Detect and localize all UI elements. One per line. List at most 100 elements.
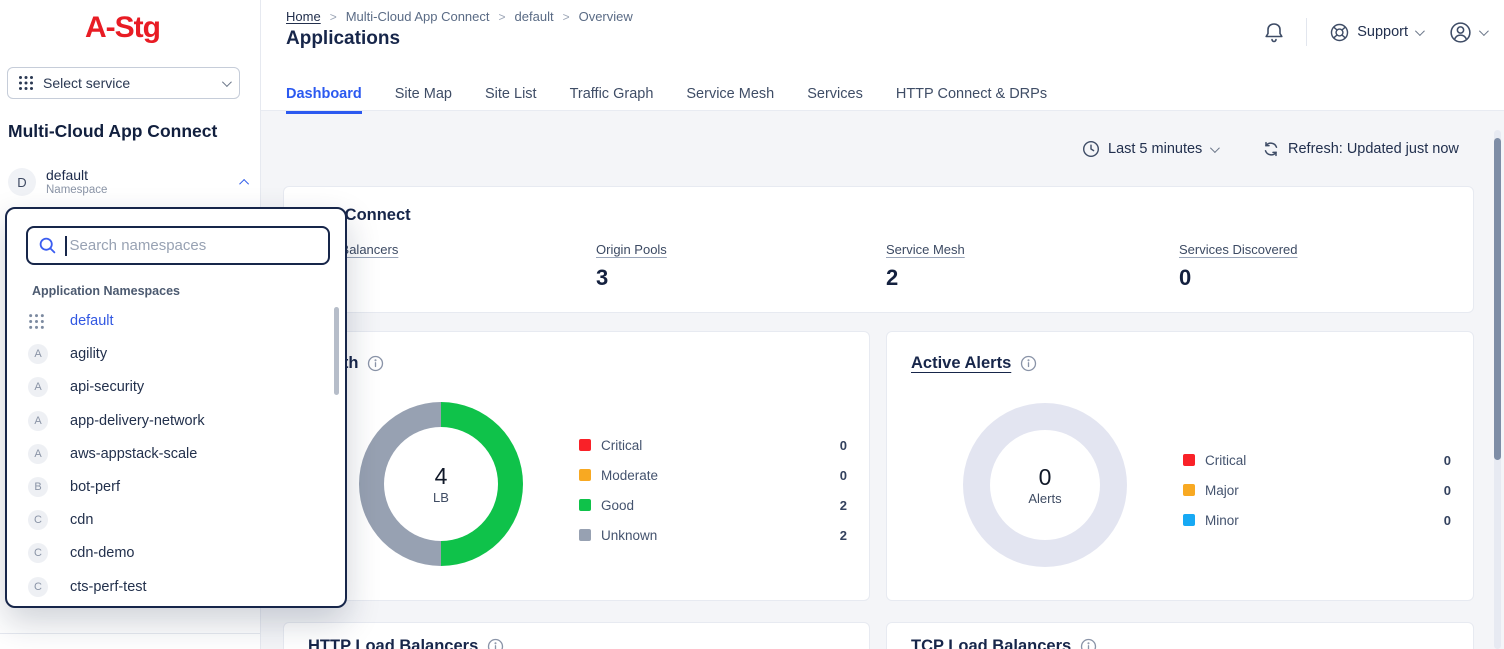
support-menu[interactable]: Support — [1329, 22, 1422, 43]
info-icon[interactable] — [1020, 355, 1037, 372]
active-alerts-card: Active Alerts 0 Alerts Critical 0 Major — [886, 331, 1474, 601]
tab-site-map[interactable]: Site Map — [395, 86, 452, 114]
origin-pools-link[interactable]: Origin Pools — [596, 242, 667, 257]
app-connect-summary-card: App Connect Load Balancers Origin Pools … — [283, 186, 1474, 313]
health-card: Health 4 LB Critical 0 Moderate 0 — [283, 331, 870, 601]
legend-row-major: Major 0 — [1183, 475, 1451, 505]
account-icon — [1448, 20, 1473, 45]
tcp-lb-link[interactable]: TCP Load Balancers — [911, 637, 1071, 649]
summary-col-service-mesh: Service Mesh 2 — [886, 242, 965, 291]
service-section-title: Multi-Cloud App Connect — [8, 121, 217, 142]
brand-logo[interactable]: A-Stg — [70, 8, 175, 48]
health-donut-chart: 4 LB — [359, 402, 523, 566]
tab-service-mesh[interactable]: Service Mesh — [686, 86, 774, 114]
namespace-item-app-delivery-network[interactable]: A app-delivery-network — [17, 407, 327, 435]
grid-apps-icon — [18, 75, 34, 91]
search-icon — [38, 236, 57, 255]
chevron-down-icon — [1415, 26, 1425, 36]
breadcrumb-separator: > — [499, 10, 506, 24]
service-mesh-link[interactable]: Service Mesh — [886, 242, 965, 257]
health-donut-unit: LB — [433, 489, 449, 506]
alerts-donut-value: 0 — [1039, 464, 1052, 490]
support-icon — [1329, 22, 1350, 43]
breadcrumb-separator: > — [563, 10, 570, 24]
chevron-down-icon — [222, 77, 232, 87]
namespace-avatar: D — [8, 168, 36, 196]
http-load-balancers-card: HTTP Load Balancers — [283, 622, 870, 649]
tab-site-list[interactable]: Site List — [485, 86, 537, 114]
namespace-item-default[interactable]: default — [17, 307, 327, 335]
namespace-item-cdn-demo[interactable]: C cdn-demo — [17, 539, 327, 567]
header-actions: Support — [1262, 14, 1486, 50]
minor-swatch — [1183, 514, 1195, 526]
health-donut-center: 4 LB — [384, 427, 498, 541]
legend-row-minor: Minor 0 — [1183, 505, 1451, 535]
namespace-search-box[interactable] — [26, 226, 330, 265]
summary-col-origin-pools: Origin Pools 3 — [596, 242, 667, 291]
services-discovered-count: 0 — [1179, 265, 1298, 291]
health-donut-value: 4 — [435, 463, 448, 489]
critical-swatch — [1183, 454, 1195, 466]
page-scrollbar-thumb[interactable] — [1494, 138, 1501, 460]
unknown-swatch — [579, 529, 591, 541]
search-input[interactable] — [70, 237, 319, 254]
tab-dashboard[interactable]: Dashboard — [286, 86, 362, 114]
support-label: Support — [1357, 24, 1408, 40]
namespace-item-agility[interactable]: A agility — [17, 340, 327, 368]
tab-traffic-graph[interactable]: Traffic Graph — [570, 86, 654, 114]
breadcrumb-home[interactable]: Home — [286, 9, 321, 24]
dropdown-scrollbar-thumb[interactable] — [334, 307, 339, 395]
tcp-load-balancers-card: TCP Load Balancers — [886, 622, 1474, 649]
namespace-type-label: Namespace — [46, 183, 242, 197]
service-mesh-count: 2 — [886, 265, 965, 291]
namespace-item-api-security[interactable]: A api-security — [17, 373, 327, 401]
sidebar-divider — [0, 633, 261, 634]
breadcrumb-service[interactable]: Multi-Cloud App Connect — [346, 9, 490, 24]
active-alerts-link[interactable]: Active Alerts — [911, 354, 1011, 373]
origin-pools-count: 3 — [596, 265, 667, 291]
breadcrumb-namespace[interactable]: default — [515, 9, 554, 24]
info-icon[interactable] — [367, 355, 384, 372]
grid-apps-icon — [28, 313, 45, 330]
namespace-group-label: Application Namespaces — [32, 284, 180, 298]
time-range-selector[interactable]: Last 5 minutes — [1082, 140, 1217, 158]
clock-icon — [1082, 140, 1100, 158]
account-menu[interactable] — [1448, 20, 1486, 45]
http-lb-link[interactable]: HTTP Load Balancers — [308, 637, 478, 649]
breadcrumb-current: Overview — [579, 9, 633, 24]
critical-swatch — [579, 439, 591, 451]
alerts-donut-unit: Alerts — [1028, 490, 1061, 507]
select-service-dropdown[interactable]: Select service — [7, 67, 240, 99]
namespace-item-aws-appstack-scale[interactable]: A aws-appstack-scale — [17, 440, 327, 468]
major-swatch — [1183, 484, 1195, 496]
alerts-legend: Critical 0 Major 0 Minor 0 — [1183, 445, 1451, 535]
chevron-down-icon — [1210, 143, 1220, 153]
refresh-control[interactable]: Refresh: Updated just now — [1262, 140, 1459, 158]
legend-row-unknown: Unknown 2 — [579, 520, 847, 550]
info-icon[interactable] — [1080, 638, 1097, 649]
dashboard-tabs: Dashboard Site Map Site List Traffic Gra… — [286, 86, 1047, 114]
services-discovered-link[interactable]: Services Discovered — [1179, 242, 1298, 257]
tab-http-connect-drps[interactable]: HTTP Connect & DRPs — [896, 86, 1047, 114]
namespace-selector[interactable]: D default Namespace — [0, 160, 261, 204]
tcp-lb-card-title: TCP Load Balancers — [911, 637, 1097, 649]
notifications-bell-icon[interactable] — [1262, 20, 1286, 44]
header-divider — [1306, 18, 1307, 46]
refresh-icon — [1262, 140, 1280, 158]
good-swatch — [579, 499, 591, 511]
namespace-item-bot-perf[interactable]: B bot-perf — [17, 473, 327, 501]
refresh-label: Refresh: Updated just now — [1288, 141, 1459, 157]
active-alerts-title: Active Alerts — [911, 354, 1037, 373]
namespace-item-cts-perf-test[interactable]: C cts-perf-test — [17, 573, 327, 601]
namespace-item-cdn[interactable]: C cdn — [17, 506, 327, 534]
alerts-donut-chart: 0 Alerts — [963, 403, 1127, 567]
info-icon[interactable] — [487, 638, 504, 649]
select-service-label: Select service — [43, 75, 222, 91]
legend-row-critical: Critical 0 — [579, 430, 847, 460]
text-caret — [65, 236, 67, 256]
tab-services[interactable]: Services — [807, 86, 863, 114]
namespace-name: default — [46, 167, 242, 183]
chevron-down-icon — [1479, 26, 1489, 36]
legend-row-critical: Critical 0 — [1183, 445, 1451, 475]
legend-row-moderate: Moderate 0 — [579, 460, 847, 490]
